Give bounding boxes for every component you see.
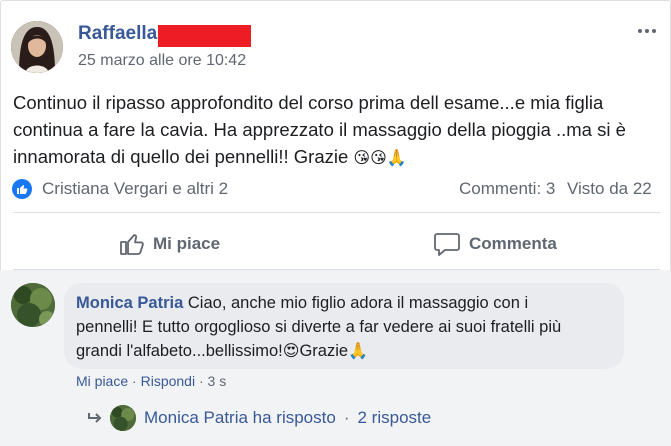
comment-text: Grazie xyxy=(299,342,349,360)
reply-arrow-icon xyxy=(88,413,102,423)
comment-bubble: Monica Patria Ciao, anche mio figlio ado… xyxy=(64,283,624,369)
thumbs-up-icon[interactable] xyxy=(12,179,32,199)
comment-text: Ciao, anche mio figlio adora il massaggi… xyxy=(183,294,529,312)
replies-summary[interactable]: Monica Patria ha risposto · 2 risposte xyxy=(88,405,431,431)
comment-button-label: Commenta xyxy=(469,234,557,253)
reactors-link[interactable]: Cristiana Vergari e altri 2 xyxy=(42,179,228,199)
author-avatar[interactable] xyxy=(11,21,63,73)
post-emojis: 😘😘🙏 xyxy=(353,148,407,167)
commenter-avatar[interactable] xyxy=(11,283,55,327)
speech-bubble-icon xyxy=(434,233,460,256)
more-options-icon[interactable] xyxy=(635,23,659,39)
comment-meta: Mi piace · Rispondi · 3 s xyxy=(76,373,227,389)
comment-author[interactable]: Monica Patria xyxy=(76,294,183,312)
post-text: Continuo il ripasso approfondito del cor… xyxy=(13,89,663,171)
comment-text: grandi l'alfabeto...bellissimo! xyxy=(76,342,283,360)
replier-text: Monica Patria ha risposto xyxy=(144,408,336,427)
comment-like-link[interactable]: Mi piace xyxy=(76,373,128,389)
praying-hands-emoji: 🙏 xyxy=(348,341,368,360)
reply-count: 2 risposte xyxy=(357,408,432,427)
comment-reply-link[interactable]: Rispondi xyxy=(141,373,195,389)
thumbs-up-outline-icon xyxy=(120,234,144,255)
redacted-surname xyxy=(158,25,251,47)
views-count[interactable]: Visto da 22 xyxy=(567,179,652,199)
post-text-line: Continuo il ripasso approfondito del cor… xyxy=(13,92,604,113)
post-timestamp[interactable]: 25 marzo alle ore 10:42 xyxy=(78,52,246,70)
comment-text: pennelli! E tutto orgoglioso si diverte … xyxy=(76,318,562,336)
post-text-line: continua a fare la cavia. Ha apprezzato … xyxy=(13,119,626,140)
comments-count[interactable]: Commenti: 3 xyxy=(459,179,555,199)
post-text-line: innamorata di quello dei pennelli!! Graz… xyxy=(13,146,349,167)
divider xyxy=(13,212,660,213)
comment-time[interactable]: 3 s xyxy=(208,373,227,389)
post-author-name[interactable]: Raffaella xyxy=(78,23,157,45)
comment-button[interactable]: Commenta xyxy=(433,229,557,259)
like-button-label: Mi piace xyxy=(153,234,221,253)
like-button[interactable]: Mi piace xyxy=(119,229,220,259)
heart-eyes-emoji: 😍 xyxy=(282,341,300,360)
replier-avatar xyxy=(110,405,136,431)
